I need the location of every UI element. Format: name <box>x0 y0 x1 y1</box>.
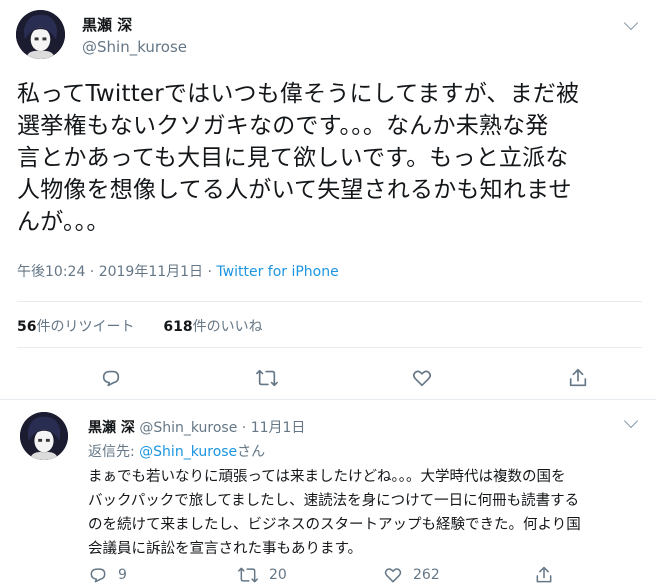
reply-date[interactable]: 11月1日 <box>251 420 306 436</box>
reply-retweet-button[interactable]: 20 <box>237 565 287 585</box>
tweet-text: 私ってTwitterではいつも偉そうにしてますが、まだ被 選挙権もないクソガキな… <box>17 81 580 235</box>
reply-to-suffix: さん <box>237 444 266 460</box>
reply-like-count: 262 <box>413 567 440 583</box>
divider <box>0 399 656 400</box>
reply-reply-count: 9 <box>118 567 127 583</box>
user-handle[interactable]: @Shin_kurose <box>82 38 187 56</box>
retweet-count: 56 <box>17 319 37 335</box>
share-icon <box>536 566 552 583</box>
retweet-label: 件のリツイート <box>36 319 135 335</box>
like-button[interactable] <box>411 367 433 389</box>
retweet-button[interactable] <box>255 367 279 389</box>
like-stat[interactable]: 618件のいいね <box>163 319 262 335</box>
reply-handle[interactable]: @Shin_kurose <box>139 420 237 436</box>
chevron-down-icon[interactable] <box>623 15 639 31</box>
divider <box>17 347 642 348</box>
reply-header: 黒瀬 深 @Shin_kurose · 11月1日 <box>88 417 305 437</box>
reply-to-mention[interactable]: @Shin_kurose <box>139 444 237 460</box>
anime-avatar-icon <box>20 412 68 460</box>
like-icon <box>384 568 402 583</box>
retweet-stat[interactable]: 56件のリツイート <box>17 319 134 335</box>
divider <box>17 301 642 302</box>
reply-text: まぁでも若いなりに頑張っては来ましたけどね。。。大学時代は複数の国を バックパッ… <box>88 469 581 557</box>
tweet-meta: 午後10:24 · 2019年11月1日 · Twitter for iPhon… <box>17 261 339 281</box>
retweet-icon <box>238 567 258 583</box>
reply-to-label: 返信先: <box>88 444 135 460</box>
tweet-source-link[interactable]: Twitter for iPhone <box>216 264 338 280</box>
tweet-timestamp[interactable]: 午後10:24 · 2019年11月1日 <box>17 264 203 280</box>
avatar[interactable] <box>20 412 68 460</box>
like-icon <box>412 370 432 387</box>
reply-reply-button[interactable]: 9 <box>88 565 127 585</box>
display-name[interactable]: 黒瀬 深 <box>82 14 132 35</box>
tweet-page: 黒瀬 深 @Shin_kurose 私ってTwitterではいつも偉そうにしてま… <box>0 0 656 588</box>
share-button[interactable] <box>567 367 589 389</box>
avatar[interactable] <box>16 10 65 59</box>
like-label: 件のいいね <box>192 319 263 335</box>
reply-share-button[interactable] <box>534 565 564 585</box>
tweet-stats: 56件のリツイート 618件のいいね <box>17 316 263 336</box>
reply-to-line: 返信先: @Shin_kuroseさん <box>88 441 265 461</box>
meta-separator: · <box>241 420 251 436</box>
anime-avatar-icon <box>16 10 65 59</box>
reply-button[interactable] <box>100 367 122 389</box>
retweet-icon <box>256 369 278 387</box>
like-count: 618 <box>163 319 193 335</box>
reply-icon <box>90 568 106 583</box>
reply-display-name[interactable]: 黒瀬 深 <box>88 420 135 436</box>
reply-like-button[interactable]: 262 <box>383 565 440 585</box>
reply-retweet-count: 20 <box>269 567 287 583</box>
chevron-down-icon[interactable] <box>623 413 639 429</box>
reply-icon <box>102 370 120 387</box>
share-icon <box>569 368 587 387</box>
